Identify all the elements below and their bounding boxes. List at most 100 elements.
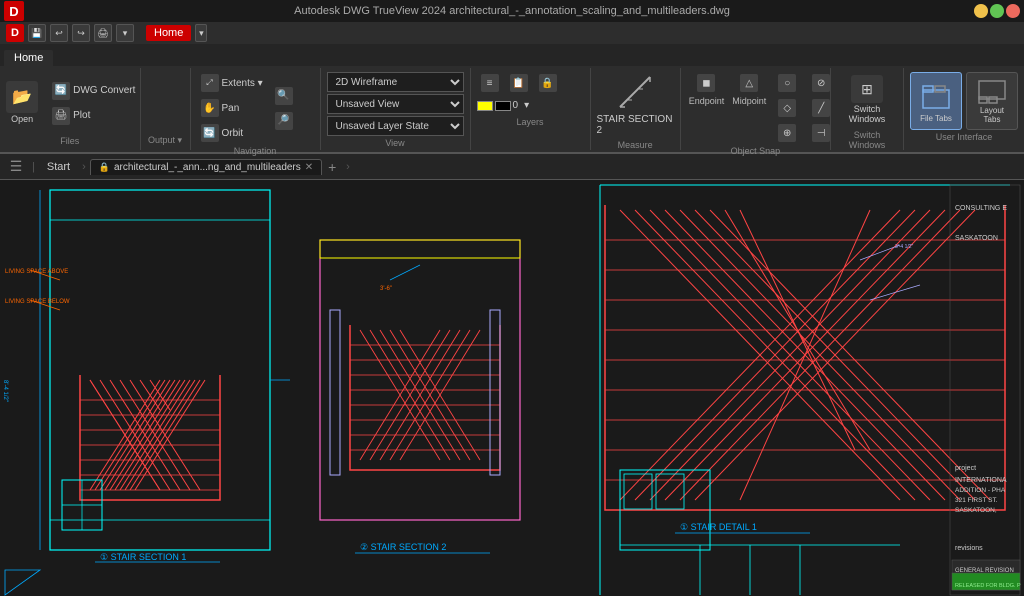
more-quick-btn[interactable]: ▾: [116, 24, 134, 42]
layout-tabs-label: Layout Tabs: [971, 107, 1013, 125]
snap-btn1[interactable]: ○: [774, 72, 800, 94]
view-group-label: View: [327, 136, 464, 148]
layer-state-dropdown[interactable]: Unsaved Layer State: [327, 116, 464, 136]
home-menu-btn[interactable]: Home: [146, 25, 191, 41]
tab-menu-icon[interactable]: ☰: [4, 155, 28, 179]
open-icon: 📂: [6, 81, 38, 113]
save-quick-btn[interactable]: 💾: [28, 24, 46, 42]
zoom-out-button[interactable]: 🔎: [271, 110, 297, 132]
breadcrumb-separator: ›: [82, 161, 86, 173]
drawing-canvas[interactable]: ① STAIR SECTION 1 LIVING SPACE ABOVE LIV…: [0, 180, 1024, 596]
svg-text:SASKATOON: SASKATOON: [955, 235, 998, 242]
svg-text:3'-4 1/2": 3'-4 1/2": [895, 244, 914, 250]
snap-icon1: ○: [778, 74, 796, 92]
extents-button[interactable]: ⤢ Extents ▾: [197, 72, 267, 94]
switch-windows-content: ⊞ SwitchWindows: [845, 72, 889, 128]
active-document-tab[interactable]: 🔒 architectural_-_ann...ng_and_multilead…: [90, 159, 322, 175]
snap-icon3: ⊕: [778, 124, 796, 142]
orbit-label: Orbit: [222, 128, 244, 139]
svg-text:321 FIRST ST.: 321 FIRST ST.: [955, 497, 998, 504]
open-button[interactable]: 📂 Open: [0, 75, 44, 131]
color-row: 0 ▾: [477, 98, 584, 113]
wireframe-dropdown[interactable]: 2D Wireframe: [327, 72, 464, 92]
plot-button[interactable]: 🖨 Plot: [48, 105, 139, 127]
navigation-group-label: Navigation: [197, 144, 314, 156]
home-dropdown[interactable]: ▾: [195, 24, 207, 42]
files-buttons: 📂 Open 🔄 DWG Convert 🖨 Plot: [0, 72, 139, 134]
tab-start[interactable]: Start: [39, 159, 78, 175]
layer-dropdown-btn[interactable]: ▾: [520, 98, 533, 113]
layer-state-btn[interactable]: 📋: [506, 72, 532, 94]
midpoint-button[interactable]: △: [736, 72, 762, 94]
undo-quick-btn[interactable]: ↩: [50, 24, 68, 42]
layer-properties-btn[interactable]: ≡: [477, 72, 503, 94]
endpoint-button[interactable]: ◼: [693, 72, 719, 94]
svg-text:LIVING SPACE ABOVE: LIVING SPACE ABOVE: [5, 269, 68, 275]
minimize-btn[interactable]: [974, 4, 988, 18]
file-tabs-button[interactable]: File Tabs: [910, 72, 962, 130]
ribbon-group-output: Output ▾: [141, 68, 191, 150]
snap-icon4: ⊘: [812, 74, 830, 92]
tab-home[interactable]: Home: [4, 50, 53, 66]
layer-number: 0: [513, 100, 519, 111]
color-swatch-black[interactable]: [495, 101, 511, 111]
drawing-svg: ① STAIR SECTION 1 LIVING SPACE ABOVE LIV…: [0, 180, 1024, 596]
measure-label[interactable]: STAIR SECTION 2: [597, 114, 674, 136]
view-content: 2D Wireframe Unsaved View Unsaved Layer …: [327, 72, 464, 136]
layers-content: ≡ 📋 🔒: [477, 72, 584, 94]
doc-tabs-bar: ☰ | Start › 🔒 architectural_-_ann...ng_a…: [0, 154, 1024, 180]
quick-access-toolbar: D 💾 ↩ ↪ 🖨 ▾ Home ▾: [0, 22, 1024, 44]
dwg-convert-label: DWG Convert: [73, 85, 135, 96]
objsnap-content: ◼ Endpoint △ Midpoint ○ ◇ ⊕ ⊘ ╱: [689, 72, 822, 144]
ribbon-group-layers: ≡ 📋 🔒 0 ▾ Layers: [471, 68, 591, 150]
doc-tab-close[interactable]: ✕: [305, 162, 313, 173]
breadcrumb-end: ›: [346, 161, 350, 173]
svg-text:3'-6": 3'-6": [380, 286, 392, 292]
svg-text:project: project: [955, 465, 976, 472]
ribbon-group-navigation: ⤢ Extents ▾ ✋ Pan 🔄 Orbit 🔍: [191, 68, 321, 150]
ribbon-group-view: 2D Wireframe Unsaved View Unsaved Layer …: [321, 68, 471, 150]
saved-view-dropdown[interactable]: Unsaved View: [327, 94, 464, 114]
snap-btn2[interactable]: ◇: [774, 97, 800, 119]
tab-separator: |: [32, 161, 35, 173]
file-tabs-icon: [918, 79, 954, 115]
layer-isolate-icon: 🔒: [539, 74, 557, 92]
switch-windows-button[interactable]: ⊞ SwitchWindows: [845, 72, 889, 128]
close-btn[interactable]: [1006, 4, 1020, 18]
svg-text:ADDITION - PHA: ADDITION - PHA: [955, 487, 1006, 494]
snap-icon6: ⊣: [812, 124, 830, 142]
layer-isolate-btn[interactable]: 🔒: [535, 72, 561, 94]
extents-label: Extents ▾: [222, 78, 263, 89]
svg-text:revisions: revisions: [955, 545, 983, 552]
orbit-icon: 🔄: [201, 124, 219, 142]
extents-icon: ⤢: [201, 74, 219, 92]
print-quick-btn[interactable]: 🖨: [94, 24, 112, 42]
measure-button[interactable]: [611, 72, 659, 112]
app-icon: D: [4, 1, 24, 21]
pan-label: Pan: [222, 103, 240, 114]
ui-group-label: User Interface: [936, 130, 993, 142]
output-group-label: Output ▾: [148, 133, 182, 146]
dwg-convert-button[interactable]: 🔄 DWG Convert: [48, 80, 139, 102]
window-controls: [974, 4, 1020, 18]
layout-tabs-button[interactable]: Layout Tabs: [966, 72, 1018, 130]
midpoint-icon: △: [740, 74, 758, 92]
maximize-btn[interactable]: [990, 4, 1004, 18]
svg-text:LIVING SPACE BELOW: LIVING SPACE BELOW: [5, 299, 70, 305]
snap-icon5: ╱: [812, 99, 830, 117]
endpoint-icon: ◼: [697, 74, 715, 92]
ui-buttons: File Tabs Layout Tabs: [910, 72, 1018, 130]
svg-text:RELEASED FOR BLDG. P: RELEASED FOR BLDG. P: [955, 583, 1021, 589]
redo-quick-btn[interactable]: ↪: [72, 24, 90, 42]
color-swatch-yellow[interactable]: [477, 101, 493, 111]
dwg-convert-icon: 🔄: [52, 82, 70, 100]
snap-btn3[interactable]: ⊕: [774, 122, 800, 144]
orbit-button[interactable]: 🔄 Orbit: [197, 122, 267, 144]
snap-icon2: ◇: [778, 99, 796, 117]
new-tab-button[interactable]: +: [322, 157, 342, 177]
measure-group-label: Measure: [618, 138, 653, 150]
zoom-in-button[interactable]: 🔍: [271, 85, 297, 107]
switch-windows-group-label: Switch Windows: [837, 128, 897, 150]
nav-top: ⤢ Extents ▾ ✋ Pan 🔄 Orbit 🔍: [197, 72, 314, 144]
pan-button[interactable]: ✋ Pan: [197, 97, 267, 119]
